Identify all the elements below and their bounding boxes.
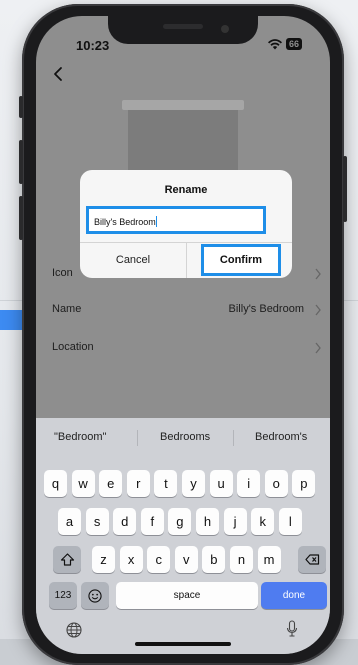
volume-down-button [19, 196, 23, 240]
key-f[interactable]: f [140, 508, 164, 535]
phone-frame: 10:23 66 Icon Name Billy's Bedroom Locat… [19, 4, 347, 665]
home-indicator[interactable] [135, 642, 231, 646]
key-t[interactable]: t [154, 470, 178, 497]
suggestion-item[interactable]: Bedrooms [160, 431, 210, 443]
key-y[interactable]: y [182, 470, 205, 497]
numbers-key[interactable]: 123 [49, 582, 77, 609]
key-q[interactable]: q [44, 470, 67, 497]
space-key[interactable]: space [116, 582, 258, 609]
row-label: Location [52, 341, 94, 353]
key-x[interactable]: x [119, 546, 143, 573]
chevron-right-icon [315, 342, 321, 354]
keyboard: "Bedroom" Bedrooms Bedroom's qwertyuiop … [36, 418, 330, 654]
cancel-button[interactable]: Cancel [80, 254, 186, 266]
suggestion-item[interactable]: "Bedroom" [54, 431, 106, 443]
text-cursor [155, 216, 157, 227]
key-h[interactable]: h [196, 508, 219, 535]
key-n[interactable]: n [230, 546, 253, 573]
key-z[interactable]: z [92, 546, 115, 573]
settings-row-name[interactable]: Name Billy's Bedroom [52, 300, 324, 320]
phone-screen: 10:23 66 Icon Name Billy's Bedroom Locat… [36, 16, 330, 654]
status-time: 10:23 [76, 38, 110, 53]
dialog-title: Rename [164, 184, 208, 196]
backspace-key[interactable] [298, 546, 326, 573]
back-chevron-icon[interactable] [52, 66, 64, 82]
key-a[interactable]: a [58, 508, 81, 535]
key-i[interactable]: i [237, 470, 261, 497]
chevron-right-icon [315, 304, 321, 316]
confirm-button[interactable]: Confirm [201, 244, 281, 276]
key-o[interactable]: o [264, 470, 288, 497]
row-label: Name [52, 303, 82, 315]
key-k[interactable]: k [251, 508, 275, 535]
blind-rail [122, 100, 244, 110]
front-camera [221, 25, 229, 33]
notch [108, 16, 258, 44]
key-p[interactable]: p [292, 470, 316, 497]
key-e[interactable]: e [99, 470, 123, 497]
suggestion-bar: "Bedroom" Bedrooms Bedroom's [36, 418, 330, 454]
wifi-icon [268, 38, 282, 49]
key-s[interactable]: s [85, 508, 109, 535]
key-r[interactable]: r [126, 470, 150, 497]
shift-key[interactable] [53, 546, 81, 573]
volume-up-button [19, 140, 23, 184]
key-d[interactable]: d [113, 508, 137, 535]
backspace-icon [304, 554, 319, 565]
key-j[interactable]: j [223, 508, 247, 535]
power-button [343, 156, 347, 222]
mute-switch [19, 96, 23, 118]
dialog-button-divider [186, 242, 187, 278]
rename-input-value: Billy's Bedroom [94, 217, 156, 227]
key-w[interactable]: w [71, 470, 95, 497]
key-g[interactable]: g [168, 508, 192, 535]
key-c[interactable]: c [147, 546, 171, 573]
key-b[interactable]: b [202, 546, 226, 573]
key-v[interactable]: v [174, 546, 198, 573]
suggestion-item[interactable]: Bedroom's [255, 431, 307, 443]
emoji-key[interactable] [81, 582, 109, 609]
emoji-icon [88, 588, 102, 603]
status-icons: 66 [268, 38, 303, 50]
rename-input[interactable]: Billy's Bedroom [86, 206, 266, 234]
globe-icon[interactable] [66, 622, 82, 638]
key-m[interactable]: m [257, 546, 281, 573]
microphone-icon[interactable] [286, 620, 298, 638]
speaker-grille [163, 24, 203, 29]
row-label: Icon [52, 267, 73, 279]
done-key[interactable]: done [261, 582, 327, 609]
settings-row-location[interactable]: Location [52, 338, 324, 358]
suggestion-divider [233, 430, 234, 446]
row-value: Billy's Bedroom [228, 303, 304, 315]
suggestion-divider [137, 430, 138, 446]
key-u[interactable]: u [209, 470, 233, 497]
rename-dialog: Rename Billy's Bedroom Cancel Confirm [80, 170, 292, 278]
shift-arrow-icon [60, 553, 74, 566]
battery-icon: 66 [286, 38, 303, 50]
key-l[interactable]: l [278, 508, 302, 535]
chevron-right-icon [315, 268, 321, 280]
